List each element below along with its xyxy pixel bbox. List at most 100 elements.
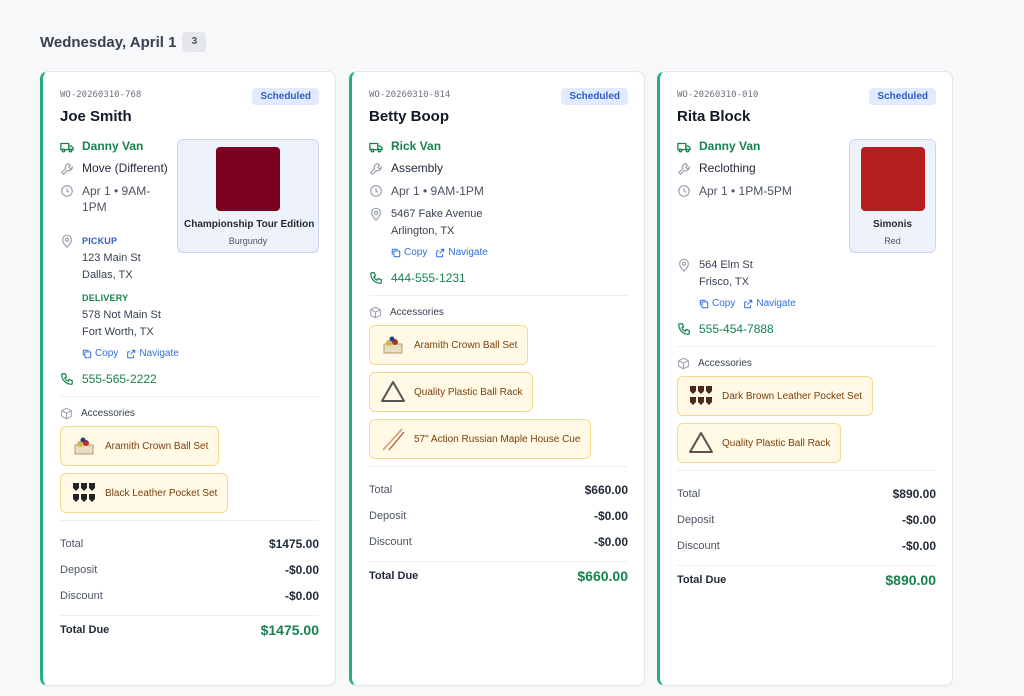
- pocket-set-icon: [690, 386, 712, 405]
- accessory-chip[interactable]: 57" Action Russian Maple House Cue: [369, 419, 592, 459]
- total-value: $1475.00: [268, 537, 319, 551]
- cloth-swatch: [860, 147, 925, 211]
- address-city: Arlington, TX: [391, 225, 455, 237]
- schedule-time: Apr 1 • 1PM-5PM: [699, 184, 792, 198]
- phone-link[interactable]: 555-454-7888: [677, 322, 936, 336]
- address-street: 5467 Fake Avenue: [391, 208, 483, 220]
- accessory-chip[interactable]: Dark Brown Leather Pocket Set: [677, 376, 874, 416]
- divider: [677, 346, 936, 347]
- accessory-chip[interactable]: Quality Plastic Ball Rack: [677, 423, 842, 463]
- van-row: Rick Van: [369, 139, 628, 154]
- clock-icon: [678, 185, 690, 197]
- ball-rack-icon: [381, 381, 405, 402]
- external-link-icon: [744, 299, 753, 308]
- discount-value: -$0.00: [593, 535, 628, 549]
- map-pin-icon: [679, 258, 689, 272]
- accessory-chip[interactable]: Black Leather Pocket Set: [60, 473, 229, 513]
- map-pin-icon: [62, 234, 72, 248]
- wrench-icon: [369, 163, 382, 176]
- navigate-button[interactable]: Navigate: [126, 345, 179, 362]
- totals-section: Total $890.00 Deposit -$0.00 Discount -$0.0…: [677, 487, 936, 588]
- address-block: 564 Elm St Frisco, TX Copy Navigate: [677, 257, 936, 312]
- navigate-button[interactable]: Navigate: [743, 295, 796, 312]
- accessory-name: Quality Plastic Ball Rack: [722, 437, 831, 449]
- copy-address-button[interactable]: Copy: [82, 345, 118, 362]
- box-icon: [370, 306, 381, 319]
- schedule-time: Apr 1 • 9AM-1PM: [391, 184, 484, 198]
- divider: [677, 470, 936, 471]
- work-order-card[interactable]: WO-20260310-010 Scheduled Rita Block Dan…: [657, 71, 953, 686]
- phone-icon: [678, 323, 690, 335]
- pocket-set-icon: [73, 483, 95, 502]
- total-value: $890.00: [892, 487, 936, 501]
- discount-value: -$0.00: [284, 589, 319, 603]
- service-type: Reclothing: [699, 161, 756, 175]
- service-type: Move (Different): [82, 161, 168, 175]
- status-badge: Scheduled: [252, 88, 319, 105]
- truck-icon: [369, 142, 383, 153]
- deposit-value: -$0.00: [284, 563, 319, 577]
- address-block: 5467 Fake Avenue Arlington, TX Copy Navi…: [369, 206, 628, 261]
- phone-number: 444-555-1231: [391, 271, 466, 285]
- order-count-badge: 3: [182, 32, 207, 52]
- pickup-label: PICKUP: [82, 236, 118, 246]
- service-row: Assembly: [369, 161, 628, 176]
- address-street: 564 Elm St: [699, 259, 753, 271]
- divider: [369, 295, 628, 296]
- copy-address-button[interactable]: Copy: [391, 244, 427, 261]
- total-due-value: $890.00: [885, 572, 936, 588]
- delivery-city: Fort Worth, TX: [82, 326, 154, 338]
- accessory-chip[interactable]: Aramith Crown Ball Set: [60, 426, 220, 466]
- copy-icon: [699, 299, 709, 308]
- accessory-chip[interactable]: Aramith Crown Ball Set: [369, 325, 529, 365]
- product-color: Red: [884, 236, 901, 246]
- navigate-button[interactable]: Navigate: [435, 244, 488, 261]
- product-tile[interactable]: Championship Tour Edition Burgundy: [177, 139, 319, 253]
- copy-icon: [82, 349, 92, 358]
- copy-icon: [391, 248, 401, 257]
- accessory-chip[interactable]: Quality Plastic Ball Rack: [369, 372, 534, 412]
- ball-rack-icon: [689, 432, 713, 453]
- phone-link[interactable]: 444-555-1231: [369, 271, 628, 285]
- product-name: Championship Tour Edition: [184, 219, 315, 230]
- work-order-card[interactable]: WO-20260310-814 Scheduled Betty Boop Ric…: [349, 71, 645, 686]
- product-name: Simonis: [873, 219, 912, 230]
- accessory-name: 57" Action Russian Maple House Cue: [414, 433, 581, 445]
- cloth-swatch: [216, 147, 280, 211]
- deposit-value: -$0.00: [901, 513, 936, 527]
- product-color: Burgundy: [228, 236, 268, 246]
- clock-icon: [61, 185, 73, 197]
- accessory-name: Quality Plastic Ball Rack: [414, 386, 523, 398]
- accessories-heading: Accessories: [60, 407, 319, 420]
- phone-icon: [61, 373, 73, 385]
- box-icon: [678, 357, 689, 370]
- customer-name: Joe Smith: [60, 108, 132, 125]
- totals-section: Total $660.00 Deposit -$0.00 Discount -$0.0…: [369, 483, 628, 584]
- total-value: $660.00: [584, 483, 628, 497]
- box-icon: [61, 407, 72, 420]
- copy-address-button[interactable]: Copy: [699, 295, 735, 312]
- total-due-value: $660.00: [577, 568, 628, 584]
- day-header: Wednesday, April 1 3: [40, 32, 207, 52]
- pickup-city: Dallas, TX: [82, 269, 133, 281]
- customer-name: Rita Block: [677, 108, 751, 125]
- schedule-time: Apr 1 • 9AM-1PM: [82, 184, 151, 214]
- total-due-value: $1475.00: [260, 622, 319, 638]
- address-city: Frisco, TX: [699, 276, 749, 288]
- accessory-name: Aramith Crown Ball Set: [414, 339, 518, 351]
- accessories-heading: Accessories: [677, 357, 936, 370]
- accessories-heading: Accessories: [369, 306, 628, 319]
- ball-set-icon: [74, 437, 94, 455]
- van-name: Danny Van: [699, 139, 761, 153]
- phone-link[interactable]: 555-565-2222: [60, 372, 319, 386]
- accessory-name: Black Leather Pocket Set: [105, 487, 218, 499]
- delivery-label: DELIVERY: [82, 293, 129, 303]
- divider: [60, 396, 319, 397]
- van-name: Rick Van: [391, 139, 442, 153]
- work-order-card[interactable]: WO-20260310-768 Scheduled Joe Smith Dann…: [40, 71, 336, 686]
- external-link-icon: [436, 248, 445, 257]
- clock-icon: [370, 185, 382, 197]
- cue-icon: [382, 428, 405, 451]
- product-tile[interactable]: Simonis Red: [849, 139, 936, 253]
- discount-value: -$0.00: [901, 539, 936, 553]
